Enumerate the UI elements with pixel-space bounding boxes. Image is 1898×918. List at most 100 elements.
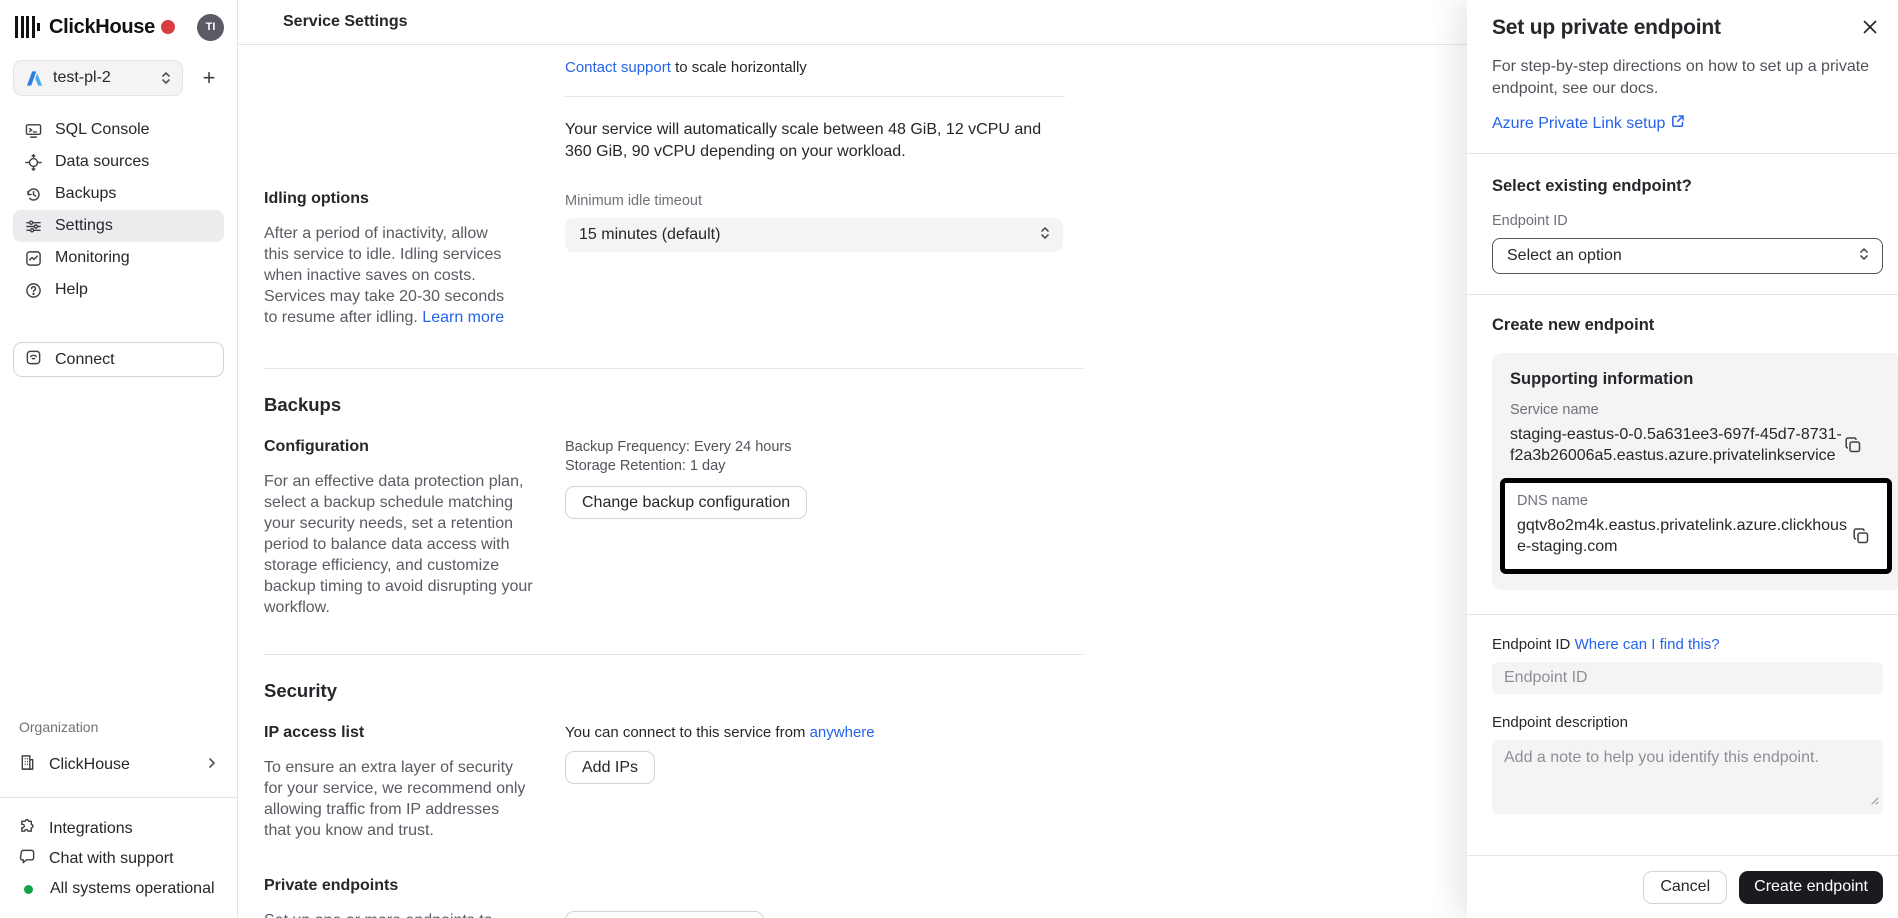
- security-heading: Security: [264, 680, 1083, 702]
- history-icon: [24, 186, 42, 203]
- divider: [264, 654, 1083, 655]
- sidebar-item-label: SQL Console: [55, 121, 150, 139]
- private-endpoints-heading: Private endpoints: [264, 877, 565, 895]
- sidebar-item-help[interactable]: Help: [13, 274, 224, 306]
- brand-name: ClickHouse: [49, 16, 155, 39]
- contact-support-rest: to scale horizontally: [671, 59, 807, 76]
- environment-dot-icon: [161, 20, 175, 34]
- azure-icon: [26, 70, 43, 87]
- endpoint-id-select[interactable]: Select an option: [1492, 238, 1883, 274]
- cancel-button[interactable]: Cancel: [1643, 871, 1727, 904]
- add-ips-button[interactable]: Add IPs: [565, 751, 655, 784]
- service-name-label: Service name: [1510, 402, 1898, 418]
- contact-support-row: Contact support to scale horizontally: [565, 59, 1083, 76]
- sidebar-item-settings[interactable]: Settings: [13, 210, 224, 242]
- ip-access-heading: IP access list: [264, 724, 565, 742]
- endpoint-description-textarea[interactable]: [1492, 740, 1883, 814]
- storage-retention: Storage Retention: 1 day: [565, 457, 1083, 476]
- idling-heading: Idling options: [264, 190, 565, 208]
- service-selector-row: test-pl-2 +: [13, 60, 224, 96]
- divider: [1467, 614, 1898, 615]
- sidebar-nav: SQL Console Data sources Backups Setting…: [13, 114, 224, 306]
- system-status-label: All systems operational: [50, 880, 215, 898]
- create-endpoint-button[interactable]: Create endpoint: [1739, 871, 1883, 904]
- backup-frequency: Backup Frequency: Every 24 hours: [565, 438, 1083, 457]
- organization-label: Organization: [19, 719, 224, 735]
- where-find-link[interactable]: Where can I find this?: [1575, 636, 1720, 653]
- service-selector[interactable]: test-pl-2: [13, 60, 183, 96]
- add-service-button[interactable]: +: [194, 63, 224, 93]
- contact-support-link[interactable]: Contact support: [565, 59, 671, 76]
- connect-icon: [25, 349, 42, 371]
- ip-access-section: IP access list To ensure an extra layer …: [264, 724, 1083, 841]
- select-existing-heading: Select existing endpoint?: [1492, 177, 1883, 196]
- private-endpoints-description: Set up one or more endpoints to connect …: [264, 910, 539, 918]
- sidebar-item-label: Monitoring: [55, 249, 130, 267]
- change-backup-button[interactable]: Change backup configuration: [565, 486, 807, 519]
- existing-endpoint-id-label: Endpoint ID: [1492, 213, 1883, 229]
- idle-timeout-label: Minimum idle timeout: [565, 193, 1083, 209]
- endpoint-id-input[interactable]: [1492, 662, 1883, 694]
- service-name: test-pl-2: [53, 69, 150, 87]
- azure-private-link[interactable]: Azure Private Link setup: [1492, 115, 1665, 133]
- drawer-intro: For step-by-step directions on how to se…: [1492, 56, 1877, 100]
- drawer-body: Set up private endpoint For step-by-step…: [1467, 0, 1898, 855]
- connect-label: Connect: [55, 351, 115, 369]
- status-green-dot-icon: [24, 885, 33, 894]
- sidebar-item-label: Settings: [55, 217, 113, 235]
- endpoint-id-row: Endpoint ID Where can I find this?: [1492, 636, 1883, 653]
- connect-button[interactable]: Connect: [13, 342, 224, 377]
- chevron-updown-icon: [1039, 226, 1051, 245]
- dns-name-label: DNS name: [1517, 493, 1887, 509]
- sidebar-item-data-sources[interactable]: Data sources: [13, 146, 224, 178]
- organization-name: ClickHouse: [49, 756, 130, 774]
- setup-private-endpoint-button[interactable]: Set up private endpoint: [565, 911, 764, 918]
- dns-name-highlight-box: DNS name gqtv8o2m4k.eastus.privatelink.a…: [1500, 478, 1892, 574]
- avatar[interactable]: TI: [197, 14, 224, 41]
- backup-config-section: Configuration For an effective data prot…: [264, 438, 1083, 618]
- brand-row: ClickHouse TI: [13, 12, 224, 42]
- drawer-footer: Cancel Create endpoint: [1467, 855, 1898, 918]
- settings-content: Contact support to scale horizontally Yo…: [238, 59, 1083, 918]
- sidebar-footer: Integrations Chat with support All syste…: [0, 797, 237, 908]
- connect-from-text: You can connect to this service from any…: [565, 724, 1083, 741]
- chat-support-item[interactable]: Chat with support: [19, 844, 218, 874]
- help-icon: [24, 282, 42, 299]
- external-link-icon: [1671, 114, 1685, 133]
- close-icon[interactable]: [1862, 19, 1878, 40]
- idle-timeout-select[interactable]: 15 minutes (default): [565, 218, 1063, 252]
- backups-heading: Backups: [264, 394, 1083, 416]
- idling-section: Idling options After a period of inactiv…: [264, 190, 1083, 328]
- resize-handle-icon[interactable]: [1869, 792, 1879, 810]
- sidebar-item-sql-console[interactable]: SQL Console: [13, 114, 224, 146]
- endpoint-description-label: Endpoint description: [1492, 714, 1883, 731]
- private-endpoints-section: Private endpoints Set up one or more end…: [264, 877, 1083, 918]
- supporting-info-card: Supporting information Service name stag…: [1492, 353, 1898, 590]
- supporting-info-heading: Supporting information: [1510, 370, 1898, 389]
- copy-icon[interactable]: [1843, 435, 1863, 455]
- idling-description: After a period of inactivity, allow this…: [264, 223, 516, 328]
- integrations-item[interactable]: Integrations: [19, 814, 218, 844]
- terminal-icon: [24, 122, 42, 139]
- service-name-value: staging-eastus-0-0.5a631ee3-697f-45d7-87…: [1510, 424, 1843, 466]
- chat-bubble-icon: [19, 848, 36, 870]
- connect-from-prefix: You can connect to this service from: [565, 724, 810, 741]
- private-endpoint-drawer: Set up private endpoint For step-by-step…: [1467, 0, 1898, 918]
- idle-timeout-value: 15 minutes (default): [579, 226, 720, 244]
- learn-more-link[interactable]: Learn more: [422, 309, 504, 326]
- chevron-right-icon: [206, 756, 218, 774]
- drawer-title: Set up private endpoint: [1492, 16, 1721, 40]
- sliders-icon: [24, 218, 42, 235]
- sidebar-item-monitoring[interactable]: Monitoring: [13, 242, 224, 274]
- organization-item[interactable]: ClickHouse: [13, 749, 224, 781]
- divider: [264, 368, 1083, 369]
- divider: [1467, 294, 1898, 295]
- sidebar: ClickHouse TI test-pl-2 +: [0, 0, 238, 918]
- anywhere-link[interactable]: anywhere: [810, 724, 875, 741]
- copy-icon[interactable]: [1851, 526, 1871, 546]
- system-status-item[interactable]: All systems operational: [19, 874, 218, 904]
- azure-docs-row: Azure Private Link setup: [1492, 114, 1883, 133]
- sidebar-item-backups[interactable]: Backups: [13, 178, 224, 210]
- integrations-label: Integrations: [49, 820, 133, 838]
- sidebar-item-label: Backups: [55, 185, 116, 203]
